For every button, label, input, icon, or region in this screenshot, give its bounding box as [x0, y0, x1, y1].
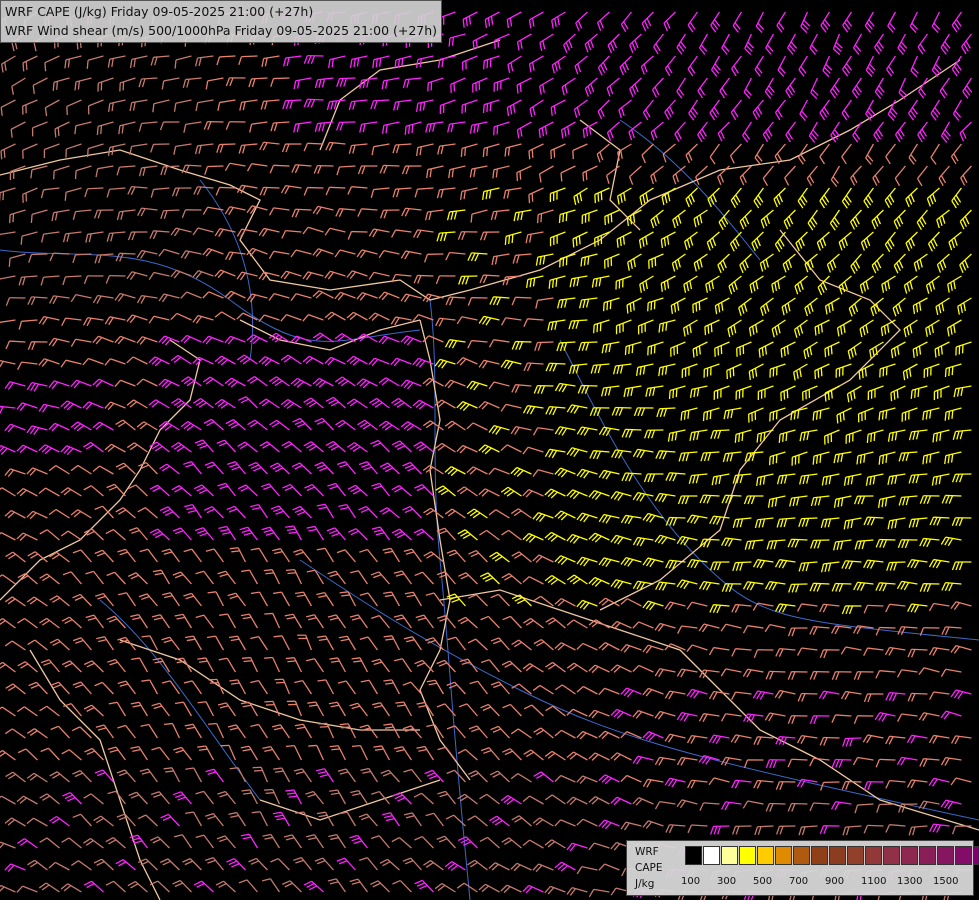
legend-swatch	[955, 846, 972, 865]
legend-tick-label: 1100	[861, 876, 887, 887]
legend-swatch	[937, 846, 954, 865]
legend-swatch	[847, 846, 864, 865]
legend-unit: J/kg	[635, 878, 655, 890]
legend-tick-label: 1500	[933, 876, 959, 887]
legend-field: CAPE	[635, 862, 663, 874]
wind-shear-title: WRF Wind shear (m/s) 500/1000hPa Friday …	[5, 23, 438, 38]
legend-tick-label: 1300	[897, 876, 923, 887]
cape-title: WRF CAPE (J/kg) Friday 09-05-2025 21:00 …	[5, 4, 314, 19]
legend-swatch	[685, 846, 702, 865]
legend-swatch	[757, 846, 774, 865]
legend-swatch	[793, 846, 810, 865]
legend-swatch	[775, 846, 792, 865]
legend-swatch	[973, 846, 979, 865]
legend-model: WRF	[635, 846, 659, 858]
legend-tick-label: 700	[789, 876, 809, 887]
legend-tick-label: 500	[753, 876, 773, 887]
map-title-box: WRF CAPE (J/kg) Friday 09-05-2025 21:00 …	[0, 0, 443, 43]
legend-swatch	[865, 846, 882, 865]
legend-swatch	[829, 846, 846, 865]
legend-swatch	[811, 846, 828, 865]
cape-legend: WRF CAPE J/kg 100 300 500 700 900 1100 1300 150…	[626, 840, 979, 896]
legend-tick-label: 300	[717, 876, 737, 887]
legend-tick-label: 100	[681, 876, 701, 887]
legend-swatch	[703, 846, 720, 865]
legend-swatch	[919, 846, 936, 865]
legend-swatch	[901, 846, 918, 865]
legend-tick-labels: 100 300 500 700 900 1100 1300 1500	[677, 876, 967, 890]
map-canvas	[0, 0, 979, 900]
legend-swatch	[721, 846, 738, 865]
legend-color-scale	[685, 846, 979, 865]
legend-swatch	[739, 846, 756, 865]
legend-tick-label: 900	[825, 876, 845, 887]
legend-swatch	[883, 846, 900, 865]
